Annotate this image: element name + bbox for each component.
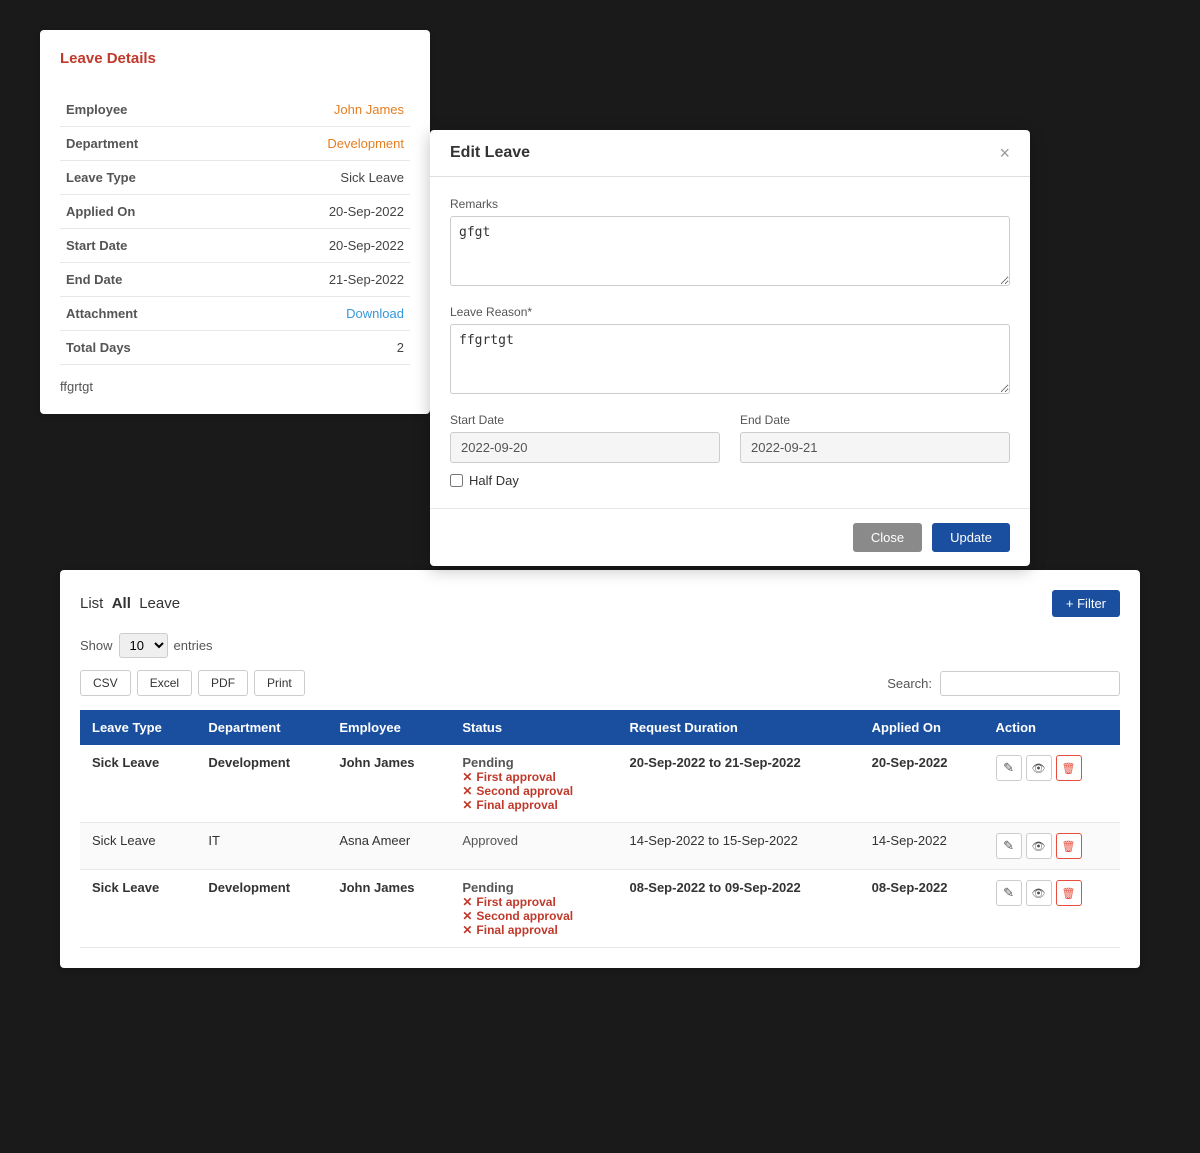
leave-list-section: List All Leave + Filter Show 10 25 50 en… (60, 570, 1140, 968)
list-header: List All Leave + Filter (80, 590, 1120, 617)
remarks-textarea[interactable]: gfgt (450, 216, 1010, 286)
show-label: Show (80, 638, 113, 653)
modal-close-button[interactable]: × (999, 144, 1010, 162)
cell-department: Development (196, 870, 327, 948)
modal-header: Edit Leave × (430, 130, 1030, 177)
leave-table-body: Sick LeaveDevelopmentJohn JamesPending✕F… (80, 745, 1120, 948)
status-item: ✕Second approval (462, 909, 605, 923)
cell-department: IT (196, 823, 327, 870)
cell-department: Development (196, 745, 327, 823)
half-day-checkbox[interactable] (450, 474, 463, 487)
cell-employee: John James (327, 745, 450, 823)
status-item: ✕First approval (462, 895, 605, 909)
update-button[interactable]: Update (932, 523, 1010, 552)
leave-details-card: Leave Details EmployeeJohn JamesDepartme… (40, 30, 430, 414)
end-date-label: End Date (740, 413, 1010, 427)
col-department: Department (196, 710, 327, 745)
status-item: ✕Final approval (462, 923, 605, 937)
cell-applied-on: 20-Sep-2022 (860, 745, 984, 823)
view-button[interactable]: 👁 (1026, 755, 1052, 781)
cell-duration: 14-Sep-2022 to 15-Sep-2022 (617, 823, 859, 870)
cell-action: ✎👁🗑 (984, 823, 1120, 870)
entries-select[interactable]: 10 25 50 (119, 633, 168, 658)
status-item: ✕First approval (462, 770, 605, 784)
date-row: Start Date End Date (450, 413, 1010, 463)
export-btn-print[interactable]: Print (254, 670, 305, 696)
filter-button[interactable]: + Filter (1052, 590, 1120, 617)
col-status: Status (450, 710, 617, 745)
start-date-input[interactable] (450, 432, 720, 463)
col-request-duration: Request Duration (617, 710, 859, 745)
cell-leave-type: Sick Leave (80, 745, 196, 823)
list-title-suffix: Leave (139, 595, 180, 612)
cell-status: Pending✕First approval✕Second approval✕F… (450, 870, 617, 948)
leave-reason-label: Leave Reason* (450, 305, 1010, 319)
list-title: List All Leave (80, 595, 180, 612)
entries-label: entries (174, 638, 213, 653)
cell-status: Approved (450, 823, 617, 870)
leave-reason-group: Leave Reason* ffgrtgt (450, 305, 1010, 397)
status-item: ✕Second approval (462, 784, 605, 798)
table-row: Sick LeaveDevelopmentJohn JamesPending✕F… (80, 870, 1120, 948)
modal-title: Edit Leave (450, 144, 530, 162)
entries-row: Show 10 25 50 entries (80, 633, 1120, 658)
cell-applied-on: 08-Sep-2022 (860, 870, 984, 948)
list-title-prefix: List (80, 595, 103, 612)
delete-button[interactable]: 🗑 (1056, 833, 1082, 859)
leave-table: Leave TypeDepartmentEmployeeStatusReques… (80, 710, 1120, 948)
cell-status: Pending✕First approval✕Second approval✕F… (450, 745, 617, 823)
delete-button[interactable]: 🗑 (1056, 880, 1082, 906)
close-modal-button[interactable]: Close (853, 523, 922, 552)
status-item: ✕Final approval (462, 798, 605, 812)
cell-leave-type: Sick Leave (80, 870, 196, 948)
view-button[interactable]: 👁 (1026, 880, 1052, 906)
export-btn-pdf[interactable]: PDF (198, 670, 248, 696)
edit-button[interactable]: ✎ (996, 880, 1022, 906)
edit-button[interactable]: ✎ (996, 833, 1022, 859)
leave-details-table: EmployeeJohn JamesDepartmentDevelopmentL… (60, 93, 410, 365)
export-btn-csv[interactable]: CSV (80, 670, 131, 696)
leave-details-title: Leave Details (60, 50, 410, 75)
cell-action: ✎👁🗑 (984, 870, 1120, 948)
half-day-label: Half Day (469, 473, 519, 488)
leave-reason-textarea[interactable]: ffgrtgt (450, 324, 1010, 394)
table-row: Sick LeaveITAsna AmeerApproved14-Sep-202… (80, 823, 1120, 870)
cell-action: ✎👁🗑 (984, 745, 1120, 823)
search-row: Search: (887, 671, 1120, 696)
cell-leave-type: Sick Leave (80, 823, 196, 870)
cell-duration: 20-Sep-2022 to 21-Sep-2022 (617, 745, 859, 823)
view-button[interactable]: 👁 (1026, 833, 1052, 859)
cell-employee: Asna Ameer (327, 823, 450, 870)
cell-employee: John James (327, 870, 450, 948)
remarks-label: Remarks (450, 197, 1010, 211)
search-label: Search: (887, 676, 932, 691)
remarks-group: Remarks gfgt (450, 197, 1010, 289)
export-row: CSVExcelPDFPrint Search: (80, 670, 1120, 696)
col-leave-type: Leave Type (80, 710, 196, 745)
half-day-group: Half Day (450, 473, 1010, 488)
col-action: Action (984, 710, 1120, 745)
col-employee: Employee (327, 710, 450, 745)
leave-details-remarks: ffgrtgt (60, 379, 410, 394)
edit-button[interactable]: ✎ (996, 755, 1022, 781)
cell-applied-on: 14-Sep-2022 (860, 823, 984, 870)
list-title-bold: All (112, 595, 131, 612)
leave-table-head: Leave TypeDepartmentEmployeeStatusReques… (80, 710, 1120, 745)
start-date-col: Start Date (450, 413, 720, 463)
search-input[interactable] (940, 671, 1120, 696)
export-btn-excel[interactable]: Excel (137, 670, 192, 696)
col-applied-on: Applied On (860, 710, 984, 745)
edit-leave-modal: Edit Leave × Remarks gfgt Leave Reason* … (430, 130, 1030, 566)
table-row: Sick LeaveDevelopmentJohn JamesPending✕F… (80, 745, 1120, 823)
modal-footer: Close Update (430, 508, 1030, 566)
end-date-input[interactable] (740, 432, 1010, 463)
start-date-label: Start Date (450, 413, 720, 427)
cell-duration: 08-Sep-2022 to 09-Sep-2022 (617, 870, 859, 948)
modal-body: Remarks gfgt Leave Reason* ffgrtgt Start… (430, 177, 1030, 508)
export-buttons: CSVExcelPDFPrint (80, 670, 305, 696)
end-date-col: End Date (740, 413, 1010, 463)
delete-button[interactable]: 🗑 (1056, 755, 1082, 781)
